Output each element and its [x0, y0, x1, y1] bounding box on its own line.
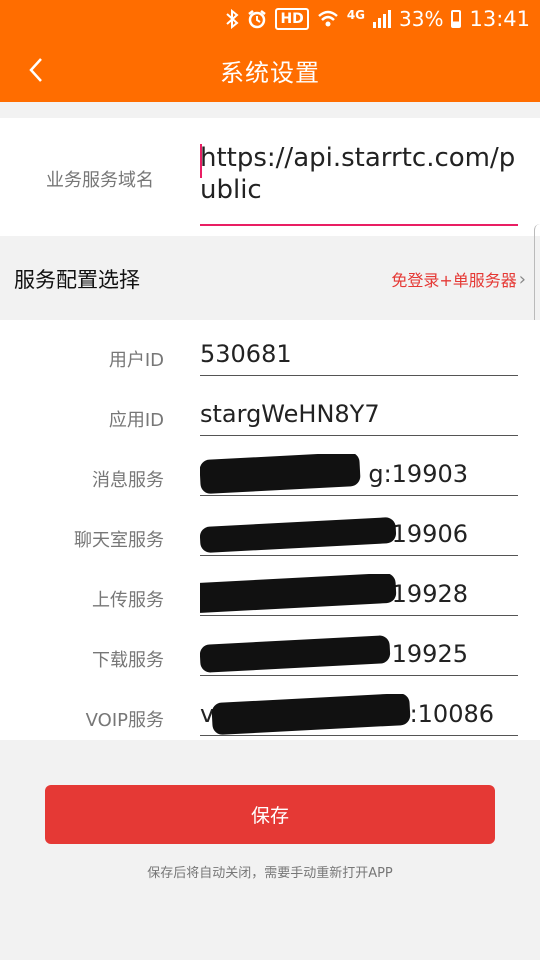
redaction-mark [200, 635, 391, 673]
field-label: 消息服务 [92, 470, 164, 491]
config-selected-label: 免登录+单服务器 [391, 271, 517, 290]
save-button[interactable]: 保存 [45, 785, 495, 844]
field-row-chatroom-service: 聊天室服务 19906 [0, 508, 540, 568]
title-bar: 系统设置 [0, 38, 540, 102]
field-row-message-service: 消息服务 g:19903 [0, 448, 540, 508]
field-row-upload-service: 上传服务 :19928 [0, 568, 540, 628]
status-bar: HD 4G 33% 13:41 [0, 0, 540, 38]
domain-label: 业务服务域名 [46, 170, 154, 191]
field-row-voip-service: VOIP服务 v :10086 [0, 688, 540, 748]
hd-badge: HD [275, 8, 309, 30]
field-value-end: :10086 [409, 700, 494, 728]
clock: 13:41 [469, 7, 530, 31]
domain-value: https://api.starrtc.com/public [200, 143, 516, 205]
field-label: 应用ID [108, 410, 164, 431]
domain-input[interactable]: https://api.starrtc.com/public [200, 142, 518, 226]
message-service-input[interactable]: g:19903 [200, 454, 518, 496]
field-value: :19928 [383, 580, 468, 608]
battery-percent: 33% [399, 7, 444, 31]
chevron-left-icon [29, 58, 42, 82]
redaction-mark [200, 516, 397, 554]
alarm-icon [247, 9, 267, 29]
redaction-mark [200, 574, 397, 614]
redaction-mark [200, 454, 361, 495]
field-value: 19906 [391, 520, 468, 548]
chevron-right-icon: › [518, 268, 526, 290]
save-hint: 保存后将自动关闭，需要手动重新打开APP [147, 866, 393, 881]
config-selected-value[interactable]: 免登录+单服务器 › [391, 267, 526, 291]
download-service-input[interactable]: 19925 [200, 634, 518, 676]
user-id-input[interactable]: 530681 [200, 334, 518, 376]
wifi-icon [317, 9, 339, 29]
bluetooth-icon [225, 9, 240, 29]
upload-service-input[interactable]: :19928 [200, 574, 518, 616]
chatroom-service-input[interactable]: 19906 [200, 514, 518, 556]
domain-section: 业务服务域名 https://api.starrtc.com/public [0, 118, 540, 236]
config-fields: 用户ID 530681 应用ID stargWeHN8Y7 消息服务 g:199… [0, 320, 540, 740]
page-title: 系统设置 [220, 58, 320, 87]
redaction-mark [211, 694, 411, 735]
field-label: 聊天室服务 [74, 530, 164, 551]
config-selector[interactable]: 服务配置选择 免登录+单服务器 › [0, 238, 540, 320]
battery-icon [451, 10, 462, 28]
field-row-app-id: 应用ID stargWeHN8Y7 [0, 388, 540, 448]
field-label: 上传服务 [92, 590, 164, 611]
field-row-download-service: 下载服务 19925 [0, 628, 540, 688]
back-button[interactable] [14, 46, 58, 94]
field-value: stargWeHN8Y7 [200, 400, 380, 428]
field-value: 19925 [391, 640, 468, 668]
field-label: 用户ID [108, 350, 164, 371]
signal-icon [373, 10, 392, 28]
field-row-user-id: 用户ID 530681 [0, 328, 540, 388]
network-type: 4G [346, 8, 366, 22]
field-value: g:19903 [368, 460, 468, 488]
voip-service-input[interactable]: v :10086 [200, 694, 518, 736]
field-value: 530681 [200, 340, 292, 368]
app-id-input[interactable]: stargWeHN8Y7 [200, 394, 518, 436]
config-title: 服务配置选择 [14, 268, 140, 292]
field-label: VOIP服务 [85, 710, 164, 731]
field-label: 下载服务 [92, 650, 164, 671]
text-cursor [200, 144, 202, 178]
